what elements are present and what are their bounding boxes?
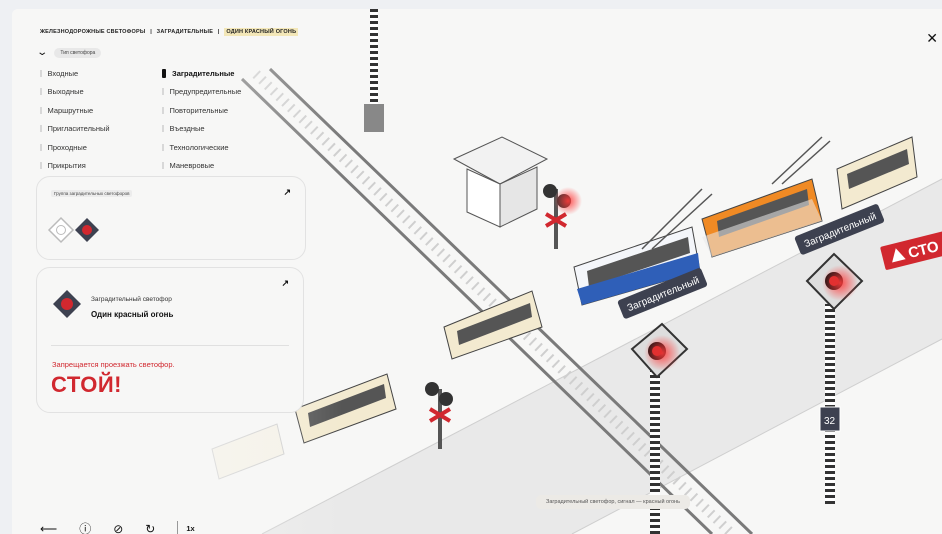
- striped-post-top: [364, 9, 384, 132]
- playback-controls: ⟵ ⓘ ⊘ ↻ 1x: [40, 520, 195, 534]
- chevron-down-icon[interactable]: ⌄: [36, 47, 48, 58]
- type-toggle-label: Тип светофора: [54, 47, 102, 58]
- breadcrumb-item[interactable]: ЗАГРАДИТЕЛЬНЫЕ: [157, 29, 213, 35]
- signal-name-label: Один красный огонь: [91, 310, 174, 319]
- speed-button[interactable]: 1x: [186, 524, 194, 533]
- breadcrumb-separator: |: [217, 29, 220, 35]
- mute-icon[interactable]: ⊘: [113, 522, 123, 534]
- category-item[interactable]: Пригласительный: [40, 120, 110, 139]
- category-item[interactable]: Въездные: [162, 120, 241, 139]
- signal-type-label: Заградительный светофор: [91, 296, 172, 303]
- breadcrumb-current: ОДИН КРАСНЫЙ ОГОНЬ: [224, 28, 299, 36]
- breadcrumb-separator: |: [150, 29, 152, 35]
- type-toggle[interactable]: ⌄ Тип светофора: [36, 47, 102, 58]
- scene-caption: Заградительный светофор, сигнал — красны…: [536, 495, 690, 509]
- signal-red-icon: [53, 290, 81, 318]
- category-item[interactable]: Выходные: [40, 83, 110, 102]
- arrow-up-right-icon[interactable]: ↗: [283, 187, 291, 198]
- info-icon[interactable]: ⓘ: [79, 520, 91, 534]
- category-item[interactable]: Входные: [40, 64, 110, 83]
- signal-icon-red[interactable]: [75, 218, 99, 242]
- guard-booth: [452, 136, 549, 228]
- category-item[interactable]: Предупредительные: [162, 83, 241, 102]
- category-list-left: Входные Выходные Маршрутные Пригласитель…: [40, 64, 110, 175]
- breadcrumb: ЖЕЛЕЗНОДОРОЖНЫЕ СВЕТОФОРЫ | ЗАГРАДИТЕЛЬН…: [40, 28, 299, 36]
- category-item[interactable]: Технологические: [162, 138, 241, 157]
- category-item-active[interactable]: Заградительные: [162, 64, 241, 83]
- signal-info-card: ↗ Заградительный светофор Один красный о…: [36, 267, 304, 413]
- restart-icon[interactable]: ↻: [145, 522, 155, 534]
- group-card-title: Группа заградительных светофоров: [51, 190, 133, 197]
- plate-number: 32: [824, 416, 836, 427]
- group-card[interactable]: Группа заградительных светофоров ↗: [36, 176, 306, 260]
- arrow-up-right-icon[interactable]: ↗: [281, 278, 289, 289]
- category-item[interactable]: Маневровые: [162, 157, 241, 176]
- category-item[interactable]: Повторительные: [162, 101, 241, 120]
- crossing-signal-mid: [543, 184, 582, 249]
- signal-warning: Запрещается проезжать светофор.: [52, 360, 175, 369]
- category-item[interactable]: Маршрутные: [40, 101, 110, 120]
- category-list-right: Заградительные Предупредительные Повтори…: [162, 64, 241, 175]
- signal-group-icons: [47, 216, 99, 244]
- category-item[interactable]: Проходные: [40, 138, 110, 157]
- back-arrow-icon[interactable]: ⟵: [40, 522, 57, 534]
- breadcrumb-item[interactable]: ЖЕЛЕЗНОДОРОЖНЫЕ СВЕТОФОРЫ: [40, 29, 145, 35]
- divider: [51, 345, 289, 346]
- category-item[interactable]: Прикрытия: [40, 157, 110, 176]
- signal-icon-off[interactable]: [47, 216, 75, 244]
- signal-command: СТОЙ!: [51, 372, 122, 397]
- divider: [177, 520, 179, 534]
- app-frame: Заградительный Заградительный СТО 32 ЖЕЛ…: [12, 9, 942, 534]
- close-icon[interactable]: ✕: [926, 30, 938, 47]
